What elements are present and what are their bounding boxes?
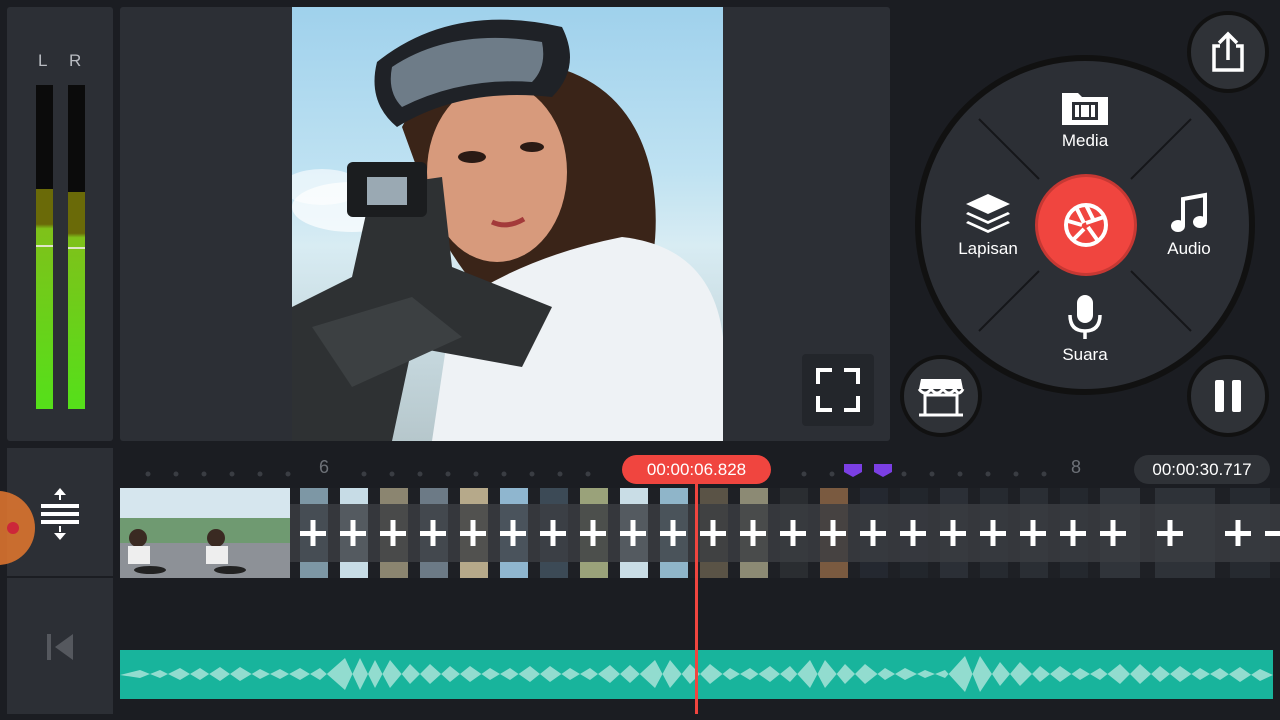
meter-right-label: R [69,51,82,70]
meter-left-bar [36,85,53,409]
layers-icon [966,194,1010,233]
meter-left-peak [36,245,53,247]
video-frame [292,7,723,441]
media-folder-icon [1062,93,1108,125]
meter-right-fill [68,191,85,409]
video-frame-image [292,19,723,441]
voice-button[interactable]: Suara [1051,293,1119,365]
jump-to-start-button[interactable] [7,580,113,714]
radial-menu: Media Lapisan Audio Suara [915,55,1255,395]
store-icon [917,379,965,417]
record-dot-icon [7,522,19,534]
record-button[interactable] [1035,174,1137,276]
voice-label: Suara [1062,345,1108,364]
expand-tracks-icon [41,488,79,540]
meter-right-peak [68,247,85,249]
camera-aperture-icon [1064,203,1108,247]
microphone-icon [1068,295,1102,339]
ruler-label-8: 8 [1071,457,1082,477]
media-button[interactable]: Media [1047,87,1123,151]
fullscreen-icon [816,368,860,412]
layer-label: Lapisan [958,239,1018,258]
audio-button[interactable]: Audio [1149,191,1229,259]
marker-2-icon [874,464,892,477]
video-clip[interactable] [120,488,290,578]
marker-1-icon [844,464,862,477]
meter-left-fill [36,188,53,409]
video-preview[interactable] [120,7,890,441]
audio-label: Audio [1167,239,1211,258]
playhead[interactable] [695,478,698,714]
meter-left-label: L [38,51,48,70]
meter-right-bar [68,85,85,409]
timeline-tools [7,448,113,714]
pause-icon [1215,380,1241,412]
total-duration-badge: 00:00:30.717 [1134,455,1270,484]
music-note-icon [1171,192,1207,232]
skip-to-start-icon [47,634,73,660]
video-track[interactable] [120,488,1280,578]
ruler-label-6: 6 [319,457,330,477]
media-label: Media [1061,131,1109,150]
clip-strip [290,488,1280,578]
layer-button[interactable]: Lapisan [941,191,1035,259]
pause-button[interactable] [1187,355,1269,437]
fullscreen-button[interactable] [802,354,874,426]
store-button[interactable] [900,355,982,437]
audio-level-meter: L R [7,7,113,441]
clip-thumbnail [120,488,290,578]
kinemaster-editor: L R Media Lapisan Audio Suara 6 8 00:00:… [0,0,1280,720]
